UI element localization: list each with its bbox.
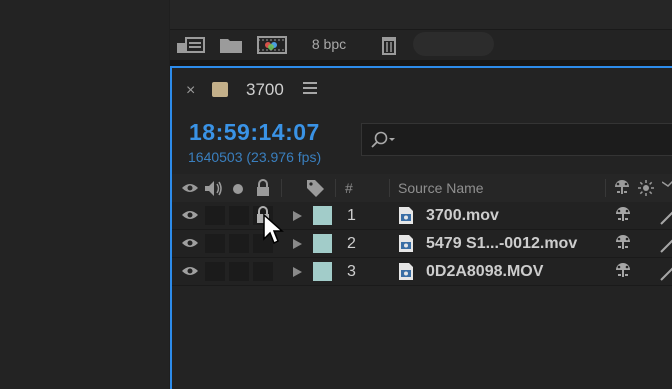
shy-icon[interactable] (614, 234, 632, 252)
project-toolbar: 8 bpc (170, 29, 672, 60)
composition-tab-title[interactable]: 3700 (246, 80, 284, 100)
panel-menu-icon[interactable] (303, 82, 317, 97)
shy-icon[interactable] (614, 206, 632, 224)
layer-number: 3 (347, 263, 356, 280)
shy-icon[interactable] (614, 262, 632, 280)
eye-icon[interactable] (181, 237, 199, 249)
column-separator[interactable] (389, 179, 390, 197)
layer-row[interactable]: 3 0D2A8098.MOV (172, 258, 672, 286)
composition-color-swatch (212, 82, 228, 97)
footage-file-icon (399, 207, 413, 224)
layer-source-name[interactable]: 3700.mov (426, 207, 499, 225)
layer-row[interactable]: 2 5479 S1...-0012.mov (172, 230, 672, 258)
quality-switch-icon[interactable] (660, 261, 672, 281)
label-color-swatch[interactable] (313, 262, 332, 281)
expand-triangle-icon[interactable] (293, 267, 302, 277)
layer-search-input[interactable] (361, 123, 672, 156)
project-panel-list-area (170, 0, 672, 30)
expand-triangle-icon[interactable] (293, 211, 302, 221)
current-timecode[interactable]: 18:59:14:07 (189, 119, 320, 146)
bit-depth-button[interactable]: 8 bpc (291, 33, 367, 55)
timeline-panel: × 3700 18:59:14:07 1640503 (23.976 fps) (170, 66, 672, 389)
label-tag-icon[interactable] (305, 178, 325, 198)
tab-close-button[interactable]: × (186, 82, 195, 100)
solo-dot-icon[interactable] (232, 183, 244, 195)
expand-triangle-icon[interactable] (293, 239, 302, 249)
audio-toggle[interactable] (205, 262, 225, 281)
solo-toggle[interactable] (229, 206, 249, 225)
mouse-pointer-icon (263, 213, 284, 245)
new-folder-icon[interactable] (219, 35, 243, 55)
lock-toggle[interactable] (253, 262, 273, 281)
column-number-header[interactable]: # (345, 180, 353, 196)
lock-icon[interactable] (256, 179, 270, 197)
label-color-swatch[interactable] (313, 234, 332, 253)
layer-row[interactable]: 1 3700.mov (172, 202, 672, 230)
column-separator[interactable] (605, 179, 606, 197)
quality-switch-icon[interactable] (660, 205, 672, 225)
eye-icon[interactable] (181, 209, 199, 221)
trash-icon[interactable] (379, 35, 399, 55)
layer-source-name[interactable]: 0D2A8098.MOV (426, 263, 543, 281)
layer-number: 2 (347, 235, 356, 252)
frame-count-fps: 1640503 (23.976 fps) (188, 149, 322, 165)
footage-file-icon (399, 263, 413, 280)
shy-icon[interactable] (613, 179, 631, 197)
footage-file-icon (399, 235, 413, 252)
eye-icon[interactable] (181, 265, 199, 277)
audio-toggle[interactable] (205, 206, 225, 225)
speaker-icon[interactable] (204, 180, 224, 197)
column-separator[interactable] (281, 179, 282, 197)
layer-column-header: # Source Name (172, 174, 672, 203)
quality-switch-icon[interactable] (660, 233, 672, 253)
solo-toggle[interactable] (229, 262, 249, 281)
eye-icon[interactable] (181, 182, 199, 194)
interpret-footage-icon[interactable] (176, 35, 206, 55)
collapse-sun-icon[interactable] (638, 180, 654, 196)
solo-toggle[interactable] (229, 234, 249, 253)
project-panel: 8 bpc (170, 0, 672, 60)
layer-source-name[interactable]: 5479 S1...-0012.mov (426, 235, 577, 253)
search-icon (371, 131, 395, 148)
column-separator[interactable] (335, 179, 336, 197)
audio-toggle[interactable] (205, 234, 225, 253)
fx-switch-icon[interactable] (662, 178, 672, 198)
new-composition-icon[interactable] (257, 35, 287, 55)
column-source-name-header[interactable]: Source Name (398, 180, 484, 196)
layer-number: 1 (347, 207, 356, 224)
project-toolbar-scroll[interactable] (413, 32, 494, 56)
label-color-swatch[interactable] (313, 206, 332, 225)
left-panel (0, 0, 169, 389)
